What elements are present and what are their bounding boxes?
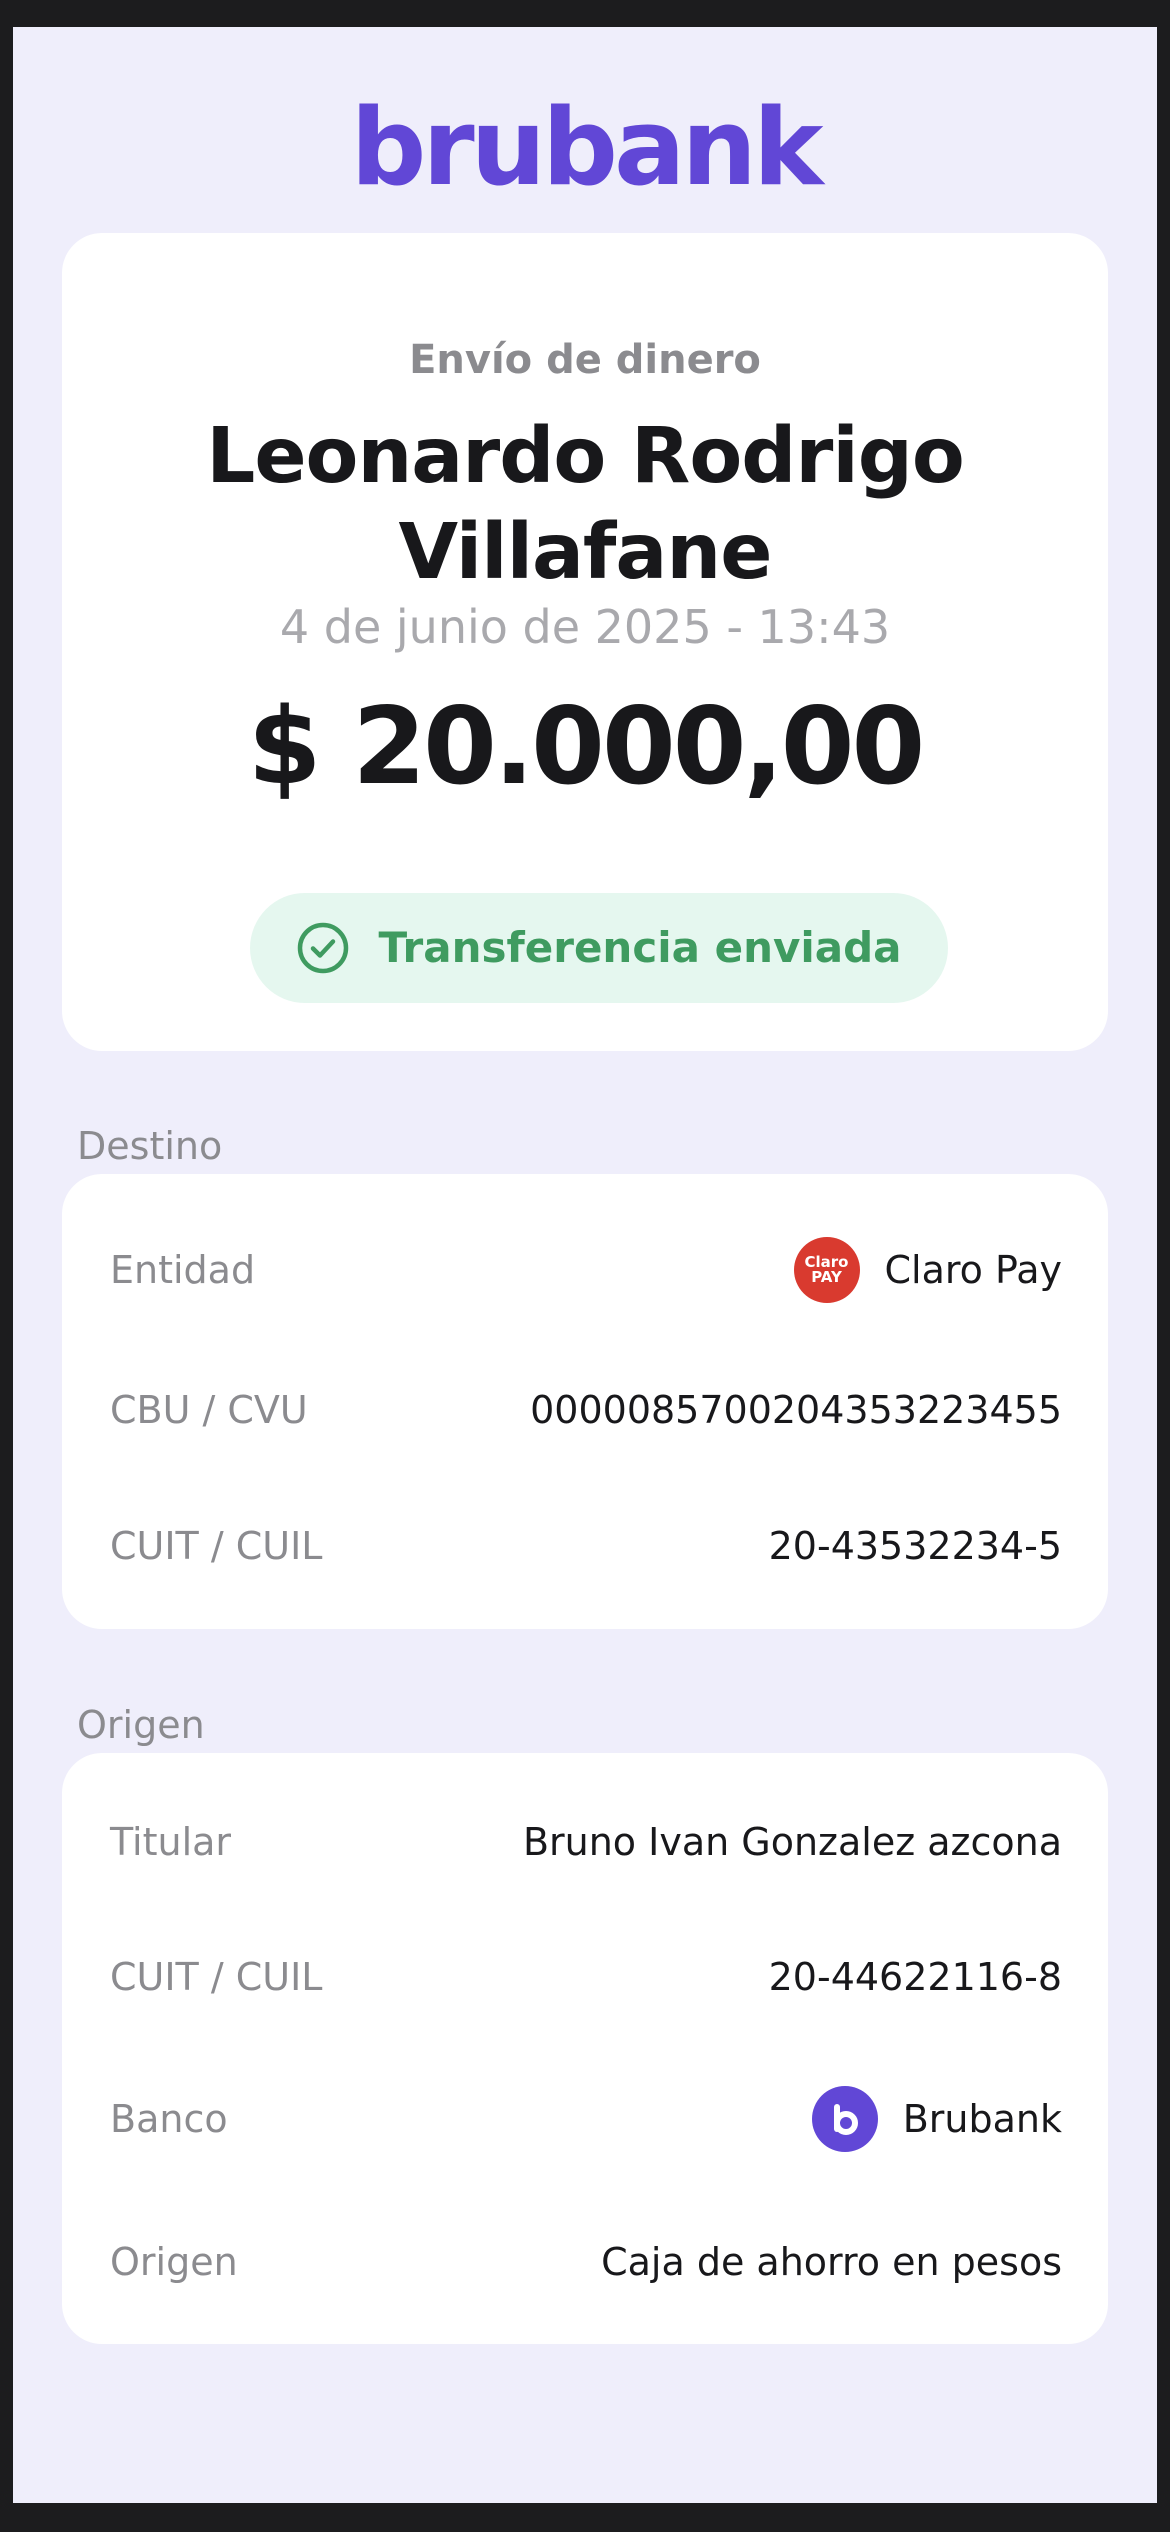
cbu-label: CBU / CVU	[110, 1388, 308, 1432]
check-circle-icon	[296, 921, 350, 975]
destination-entity-row: Entidad Claro PAY Claro Pay	[110, 1235, 1062, 1305]
origin-cuit-row: CUIT / CUIL 20-44622116-8	[110, 1942, 1062, 2012]
origin-account-row: Origen Caja de ahorro en pesos	[110, 2227, 1062, 2297]
cuit-label: CUIT / CUIL	[110, 1524, 323, 1568]
destination-card: Entidad Claro PAY Claro Pay CBU / CVU 00…	[62, 1174, 1108, 1629]
cuit-value: 20-43532234-5	[768, 1524, 1062, 1568]
recipient-name-line1: Leonardo Rodrigo	[206, 412, 964, 501]
origin-card: Titular Bruno Ivan Gonzalez azcona CUIT …	[62, 1753, 1108, 2344]
bank-value: Brubank	[811, 2086, 1062, 2152]
recipient-name: Leonardo Rodrigo Villafane	[62, 409, 1108, 601]
entity-name: Claro Pay	[884, 1248, 1062, 1292]
brubank-logo: brubank	[350, 86, 824, 209]
holder-label: Titular	[110, 1820, 232, 1864]
origin-cuit-label: CUIT / CUIL	[110, 1955, 323, 1999]
cbu-value: 0000085700204353223455	[530, 1388, 1062, 1432]
account-value: Caja de ahorro en pesos	[601, 2240, 1062, 2284]
transaction-amount: $ 20.000,00	[247, 685, 925, 808]
brubank-logo-icon	[811, 2086, 878, 2152]
recipient-name-line2: Villafane	[398, 508, 773, 597]
origin-cuit-value: 20-44622116-8	[768, 1955, 1062, 1999]
destination-section-title: Destino	[77, 1124, 223, 1168]
entity-label: Entidad	[110, 1248, 256, 1292]
origin-section-title: Origen	[77, 1703, 205, 1747]
bank-label: Banco	[110, 2097, 228, 2141]
destination-cuit-row: CUIT / CUIL 20-43532234-5	[110, 1511, 1062, 1581]
account-label: Origen	[110, 2240, 238, 2284]
origin-holder-row: Titular Bruno Ivan Gonzalez azcona	[110, 1807, 1062, 1877]
status-badge: Transferencia enviada	[250, 893, 948, 1003]
transaction-type: Envío de dinero	[409, 337, 761, 383]
claro-pay-logo: Claro PAY	[793, 1237, 860, 1303]
receipt-screen: brubank Envío de dinero Leonardo Rodrigo…	[13, 27, 1157, 2503]
holder-value: Bruno Ivan Gonzalez azcona	[522, 1820, 1062, 1864]
bank-name: Brubank	[902, 2097, 1062, 2141]
claro-logo-text-bottom: PAY	[811, 1268, 842, 1286]
transfer-summary-card: Envío de dinero Leonardo Rodrigo Villafa…	[62, 233, 1108, 1051]
transaction-datetime: 4 de junio de 2025 - 13:43	[279, 600, 891, 654]
status-label: Transferencia enviada	[378, 923, 902, 972]
origin-bank-row: Banco Brubank	[110, 2084, 1062, 2154]
destination-cbu-row: CBU / CVU 0000085700204353223455	[110, 1375, 1062, 1445]
entity-value: Claro PAY Claro Pay	[793, 1237, 1062, 1303]
